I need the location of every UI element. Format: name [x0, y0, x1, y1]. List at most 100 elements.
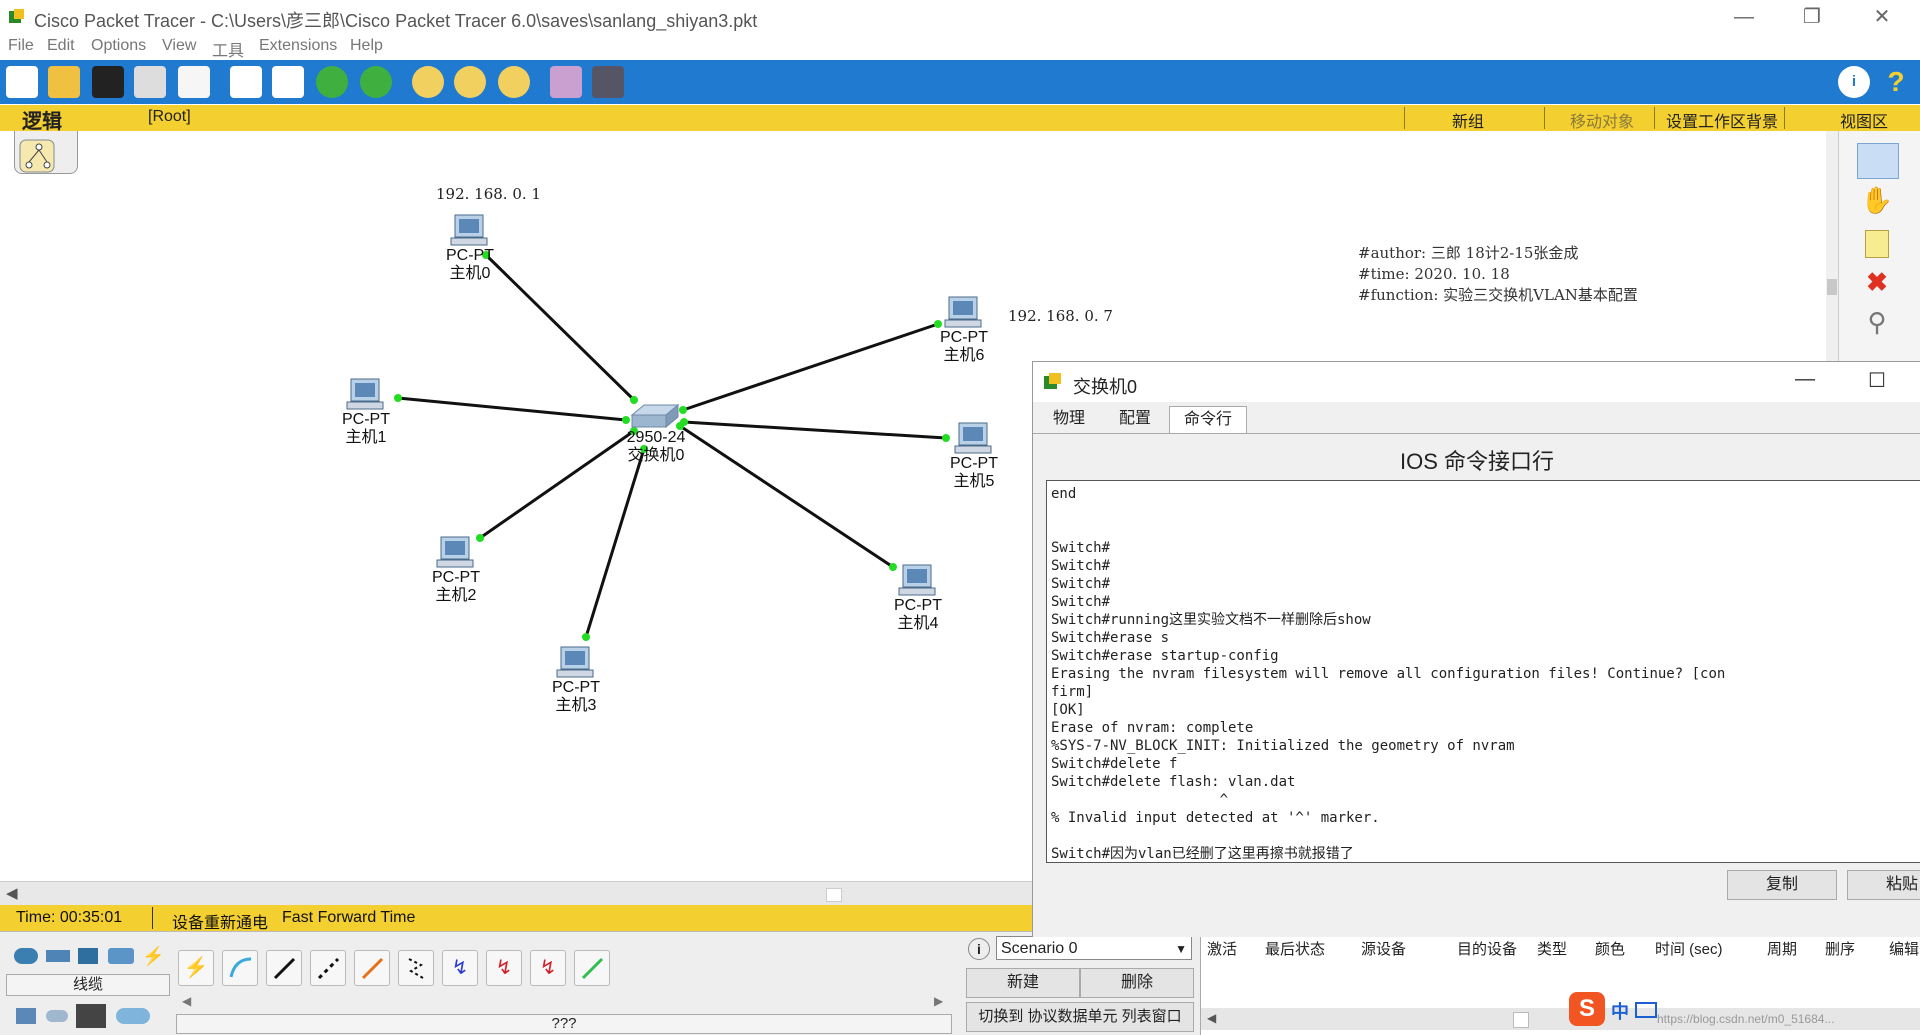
menu-options[interactable]: Options	[91, 37, 146, 55]
dialog-minimize-button[interactable]: —	[1785, 368, 1825, 396]
column-header[interactable]: 类型	[1537, 938, 1567, 959]
inspect-icon[interactable]: ⚲	[1857, 307, 1897, 341]
toggle-pdu-list-button[interactable]: 切换到 协议数据单元 列表窗口	[966, 1002, 1194, 1032]
column-header[interactable]: 激活	[1207, 938, 1237, 959]
move-object-button[interactable]: 移动对象	[1570, 108, 1634, 132]
note-icon[interactable]	[1857, 227, 1897, 261]
zoom-in-icon[interactable]	[412, 66, 444, 98]
delete-scenario-button[interactable]: 删除	[1080, 968, 1194, 998]
multiuser-cloud-icon[interactable]	[116, 1008, 150, 1024]
console-cable-icon[interactable]	[222, 950, 258, 986]
info-icon[interactable]: i	[1838, 66, 1870, 98]
minimize-button[interactable]: —	[1724, 4, 1764, 30]
pc-node[interactable]: PC-PT 主机0	[436, 213, 504, 283]
new-scenario-button[interactable]: 新建	[966, 968, 1080, 998]
copy-icon[interactable]	[230, 66, 262, 98]
switch-category-icon[interactable]	[46, 950, 70, 962]
scroll-thumb[interactable]	[1513, 1012, 1529, 1028]
column-header[interactable]: 颜色	[1595, 938, 1625, 959]
column-header[interactable]: 编辑	[1889, 938, 1919, 959]
serial-dte-cable-icon[interactable]: ↯	[530, 950, 566, 986]
dialog-maximize-button[interactable]: ☐	[1857, 368, 1897, 396]
wireless-icon[interactable]	[108, 948, 134, 964]
custom-device-icon[interactable]	[76, 1004, 106, 1028]
coaxial-cable-icon[interactable]: ↯	[442, 950, 478, 986]
column-header[interactable]: 时间 (sec)	[1655, 938, 1723, 959]
scroll-right-icon[interactable]: ▶	[934, 994, 943, 1008]
column-header[interactable]: 源设备	[1361, 938, 1406, 959]
select-icon[interactable]	[1857, 143, 1899, 179]
menu-help[interactable]: Help	[350, 37, 383, 55]
cli-terminal[interactable]: end Switch# Switch# Switch# Switch# Swit…	[1046, 480, 1920, 863]
scroll-thumb[interactable]	[826, 888, 842, 902]
power-cycle-button[interactable]: 设备重新通电	[172, 909, 268, 933]
pc-node[interactable]: PC-PT 主机6	[930, 295, 998, 365]
serial-dce-cable-icon[interactable]: ↯	[486, 950, 522, 986]
octal-cable-icon[interactable]	[574, 950, 610, 986]
scroll-thumb[interactable]	[1827, 279, 1837, 295]
pc-node[interactable]: PC-PT 主机2	[422, 535, 490, 605]
pc-node[interactable]: PC-PT 主机5	[940, 421, 1008, 491]
tab-physical[interactable]: 物理	[1039, 406, 1099, 432]
menu-view[interactable]: View	[162, 37, 196, 55]
auto-cable-icon[interactable]: ⚡	[178, 950, 214, 986]
hand-move-icon[interactable]: ✋	[1857, 185, 1897, 219]
scroll-left-icon[interactable]: ◀	[1207, 1011, 1216, 1025]
menu-edit[interactable]: Edit	[47, 37, 75, 55]
vertical-scrollbar[interactable]	[1826, 131, 1838, 361]
palette-scrollbar[interactable]: ◀ ▶	[176, 994, 952, 1010]
ip-note[interactable]: 192. 168. 0. 1	[436, 185, 541, 203]
help-icon[interactable]: ?	[1880, 66, 1912, 98]
menu-extensions[interactable]: Extensions	[259, 37, 337, 55]
palette-icon[interactable]	[550, 66, 582, 98]
ime-chinese-icon[interactable]: 中	[1611, 998, 1629, 1024]
viewport-button[interactable]: 视图区	[1840, 108, 1888, 132]
pc-node[interactable]: PC-PT 主机3	[542, 645, 610, 715]
fiber-cable-icon[interactable]	[354, 950, 390, 986]
author-note[interactable]: #author: 三郎 18计2-15张金成 #time: 2020. 10. …	[1358, 243, 1638, 306]
new-cluster-button[interactable]: 新组	[1452, 108, 1484, 132]
set-background-button[interactable]: 设置工作区背景	[1666, 108, 1778, 132]
menu-file[interactable]: File	[8, 37, 34, 55]
horizontal-scrollbar[interactable]: ◀	[0, 881, 1032, 906]
close-button[interactable]: ✕	[1862, 4, 1902, 30]
wan-emulation-icon[interactable]	[46, 1010, 68, 1022]
end-device-icon[interactable]	[16, 1008, 36, 1024]
redo-icon[interactable]	[360, 66, 392, 98]
zoom-reset-icon[interactable]	[454, 66, 486, 98]
paste-icon[interactable]	[272, 66, 304, 98]
custom-device-icon[interactable]	[592, 66, 624, 98]
new-file-icon[interactable]	[6, 66, 38, 98]
column-header[interactable]: 目的设备	[1457, 938, 1517, 959]
activity-wizard-icon[interactable]	[178, 66, 210, 98]
column-header[interactable]: 最后状态	[1265, 938, 1325, 959]
sogou-ime-icon[interactable]: S	[1569, 992, 1605, 1026]
open-folder-icon[interactable]	[48, 66, 80, 98]
paste-button[interactable]: 粘贴	[1847, 870, 1920, 900]
ip-note[interactable]: 192. 168. 0. 7	[1008, 307, 1113, 325]
connections-icon[interactable]: ⚡	[142, 946, 164, 967]
save-icon[interactable]	[92, 66, 124, 98]
tab-cli[interactable]: 命令行	[1169, 406, 1248, 433]
scroll-left-icon[interactable]: ◀	[182, 994, 191, 1008]
router-icon[interactable]	[14, 948, 38, 964]
pc-node[interactable]: PC-PT 主机4	[884, 563, 952, 633]
keyboard-icon[interactable]	[1635, 1002, 1657, 1018]
root-label[interactable]: [Root]	[148, 108, 191, 126]
print-icon[interactable]	[134, 66, 166, 98]
logical-tab[interactable]: 逻辑	[22, 105, 62, 134]
copy-button[interactable]: 复制	[1727, 870, 1837, 900]
scroll-left-icon[interactable]: ◀	[6, 884, 18, 902]
hub-icon[interactable]	[78, 948, 98, 964]
fast-forward-button[interactable]: Fast Forward Time	[282, 909, 415, 927]
zoom-out-icon[interactable]	[498, 66, 530, 98]
crossover-cable-icon[interactable]	[310, 950, 346, 986]
scenario-select[interactable]: Scenario 0 ▼	[996, 936, 1192, 960]
info-icon[interactable]: i	[968, 938, 990, 960]
restore-button[interactable]: ❐	[1792, 4, 1832, 30]
menu-tools[interactable]: 工具	[212, 37, 244, 61]
phone-cable-icon[interactable]	[398, 950, 434, 986]
undo-icon[interactable]	[316, 66, 348, 98]
column-header[interactable]: 删序	[1825, 938, 1855, 959]
column-header[interactable]: 周期	[1767, 938, 1797, 959]
